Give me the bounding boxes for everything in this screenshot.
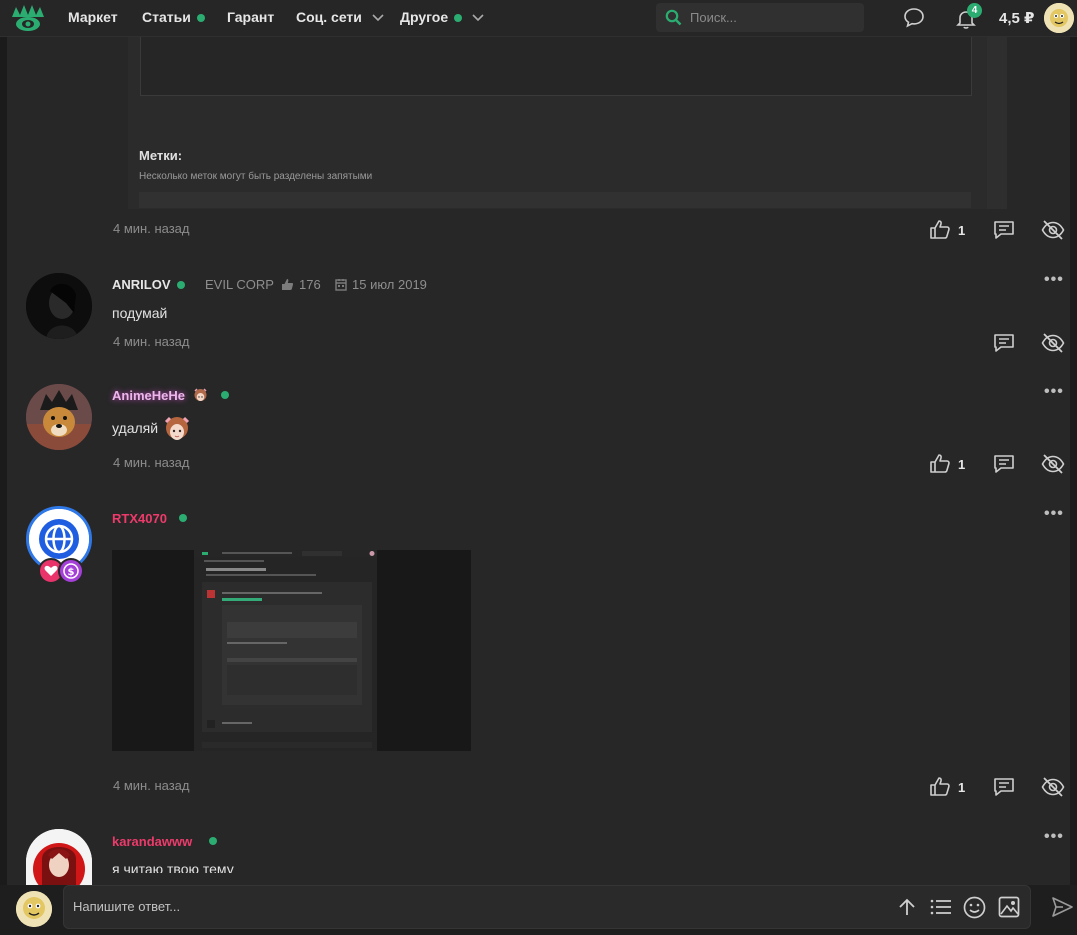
author-name[interactable]: AnimeHeHe	[112, 388, 185, 403]
nav-social[interactable]: Соц. сети	[296, 9, 384, 25]
hide-icon[interactable]	[1041, 219, 1065, 244]
send-icon[interactable]	[1051, 896, 1073, 921]
likes-count: 1	[958, 457, 966, 472]
hide-icon[interactable]	[1041, 776, 1065, 801]
online-dot	[454, 14, 463, 23]
registration-date: 15 июл 2019	[352, 277, 427, 292]
comment-time: 4 мин. назад	[113, 778, 190, 793]
reply-icon[interactable]	[993, 776, 1015, 800]
online-dot	[196, 14, 205, 23]
list-icon[interactable]	[930, 897, 952, 920]
search-input[interactable]: Поиск...	[656, 3, 864, 32]
anime-girl-icon	[192, 387, 209, 407]
comment-time: 4 мин. назад	[113, 334, 190, 349]
reply-icon[interactable]	[993, 453, 1015, 477]
balance[interactable]: 4,5 ₽	[999, 9, 1034, 27]
editor-area	[140, 37, 972, 96]
search-placeholder: Поиск...	[690, 10, 737, 25]
reply-input[interactable]	[63, 885, 1031, 929]
online-dot	[209, 837, 217, 845]
online-dot	[221, 391, 229, 399]
chevron-down-icon	[372, 14, 384, 22]
online-dot	[179, 514, 187, 522]
like-icon[interactable]	[929, 453, 951, 477]
reply-icon[interactable]	[993, 219, 1015, 243]
top-navigation-bar: Маркет Статьи Гарант Соц. сети Другое По…	[0, 0, 1077, 37]
thumb-up-icon	[281, 278, 294, 294]
more-menu-button[interactable]: •••	[1044, 383, 1064, 401]
more-menu-button[interactable]: •••	[1044, 828, 1064, 846]
tags-label: Метки:	[139, 148, 183, 163]
money-badge-icon: $	[58, 558, 84, 584]
embed-scrollbar	[987, 37, 1007, 209]
avatar[interactable]	[1044, 3, 1074, 33]
post-time: 4 мин. назад	[113, 221, 190, 236]
author-name[interactable]: RTX4070	[112, 511, 167, 526]
reply-placeholder: Напишите ответ...	[73, 899, 181, 914]
image-icon[interactable]	[998, 896, 1020, 921]
calendar-icon	[335, 278, 347, 294]
online-dot	[177, 281, 185, 289]
user-group: EVIL CORP	[205, 277, 274, 292]
more-menu-button[interactable]: •••	[1044, 505, 1064, 523]
nav-market[interactable]: Маркет	[68, 9, 118, 25]
arrow-up-icon[interactable]	[897, 897, 917, 920]
hide-icon[interactable]	[1041, 453, 1065, 478]
tags-hint: Несколько меток могут быть разделены зап…	[139, 171, 373, 182]
comment-time: 4 мин. назад	[113, 455, 190, 470]
likes-count: 1	[958, 223, 966, 238]
comment-text: я читаю твою тему	[112, 861, 234, 873]
logo-icon[interactable]	[10, 3, 46, 36]
like-icon[interactable]	[929, 219, 951, 243]
comment-text: подумай	[112, 305, 168, 321]
nav-guarantor[interactable]: Гарант	[227, 9, 274, 25]
tags-input	[139, 192, 971, 208]
emoji-icon[interactable]	[963, 896, 986, 922]
comment-text: удаляй	[112, 420, 159, 436]
likes-count: 1	[958, 780, 966, 795]
avatar[interactable]	[26, 384, 92, 450]
chat-icon[interactable]	[903, 7, 925, 31]
notifications-badge: 4	[967, 3, 982, 18]
user-likes: 176	[299, 277, 321, 292]
like-icon[interactable]	[929, 776, 951, 800]
author-name[interactable]: ANRILOV	[112, 277, 171, 292]
nav-other[interactable]: Другое	[400, 9, 484, 25]
anime-girl-emoji-icon	[162, 414, 192, 447]
attached-screenshot[interactable]	[112, 550, 471, 751]
search-icon	[665, 9, 682, 26]
avatar	[16, 891, 52, 927]
author-name[interactable]: karandawww	[112, 834, 192, 849]
hide-icon[interactable]	[1041, 332, 1065, 357]
nav-articles[interactable]: Статьи	[142, 9, 205, 25]
more-menu-button[interactable]: •••	[1044, 271, 1064, 289]
svg-text:$: $	[68, 567, 75, 578]
reply-icon[interactable]	[993, 332, 1015, 356]
chevron-down-icon	[472, 14, 484, 22]
avatar[interactable]	[26, 273, 92, 339]
